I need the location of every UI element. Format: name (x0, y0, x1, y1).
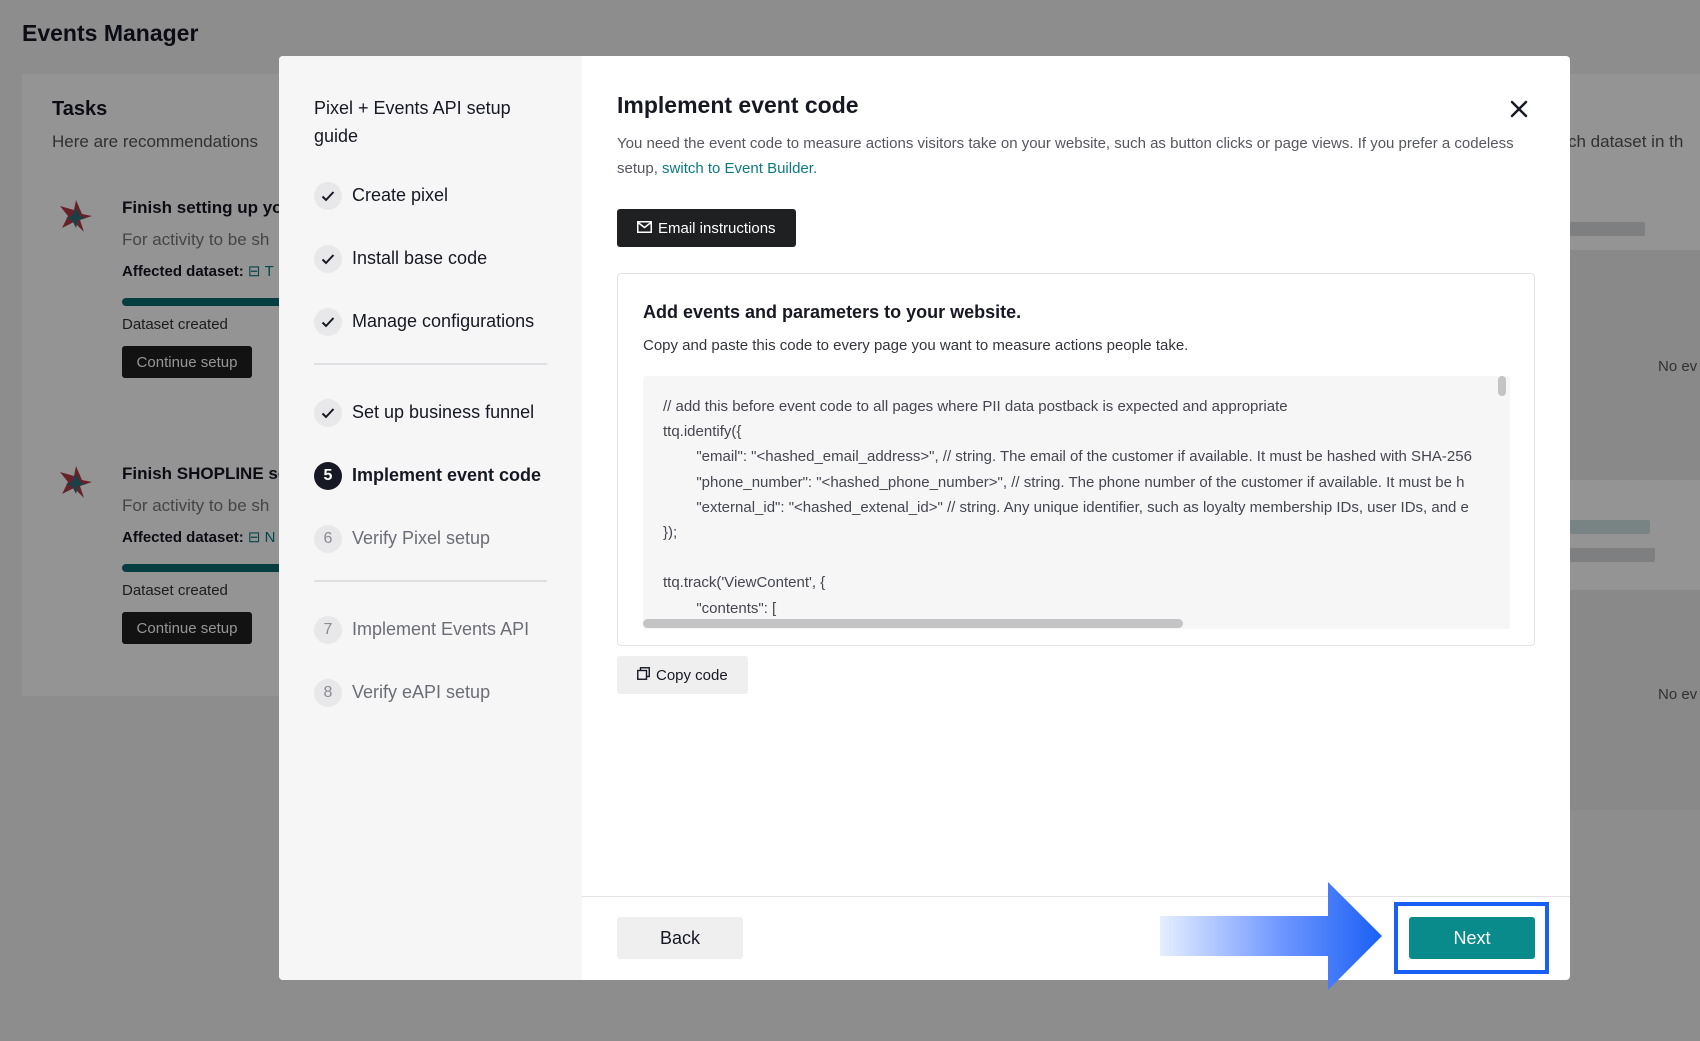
switch-to-event-builder-link[interactable]: switch to Event Builder. (662, 160, 817, 177)
event-code-card: Add events and parameters to your websit… (617, 273, 1535, 646)
copy-code-button[interactable]: Copy code (617, 656, 748, 694)
code-horizontal-scrollbar[interactable] (643, 617, 1503, 629)
back-button[interactable]: Back (617, 917, 743, 959)
code-vertical-scrollbar[interactable] (1498, 376, 1506, 629)
step-verify-pixel-setup[interactable]: 6 Verify Pixel setup (314, 507, 582, 570)
mail-icon (637, 220, 652, 237)
setup-guide-sidebar: Pixel + Events API setup guide Create pi… (279, 56, 582, 980)
step-label: Set up business funnel (352, 402, 535, 422)
sidebar-divider (314, 580, 547, 582)
step-label: Create pixel (352, 185, 449, 205)
code-block[interactable]: // add this before event code to all pag… (643, 376, 1510, 629)
step-verify-eapi-setup[interactable]: 8 Verify eAPI setup (314, 661, 582, 724)
step-label: Verify eAPI setup (352, 682, 491, 702)
step-number: 8 (314, 678, 342, 707)
step-label: Manage configurations (352, 311, 535, 331)
step-label: Install base code (352, 248, 488, 268)
page-title: Implement event code (617, 92, 859, 118)
sidebar-title: Pixel + Events API setup guide (314, 98, 511, 146)
email-instructions-label: Email instructions (658, 219, 776, 237)
step-implement-events-api[interactable]: 7 Implement Events API (314, 598, 582, 661)
close-icon[interactable] (1504, 94, 1534, 124)
step-label: Implement event code (352, 465, 542, 485)
code-card-subtext: Copy and paste this code to every page y… (643, 337, 1189, 354)
step-label: Implement Events API (352, 619, 530, 639)
copy-code-label: Copy code (656, 666, 728, 684)
step-create-pixel[interactable]: Create pixel (314, 164, 582, 227)
modal-main: Implement event code You need the event … (582, 56, 1570, 980)
step-number: 6 (314, 524, 342, 553)
step-label: Verify Pixel setup (352, 528, 491, 548)
step-implement-event-code[interactable]: 5 Implement event code (314, 444, 582, 507)
check-icon (314, 307, 342, 336)
step-set-up-business-funnel[interactable]: Set up business funnel (314, 381, 582, 444)
code-card-heading: Add events and parameters to your websit… (643, 302, 1022, 322)
copy-icon (637, 666, 650, 684)
step-number: 7 (314, 615, 342, 644)
pointer-arrow-icon (1160, 882, 1382, 990)
setup-guide-modal: Pixel + Events API setup guide Create pi… (279, 56, 1570, 980)
page-description: You need the event code to measure actio… (617, 135, 1514, 177)
code-text: // add this before event code to all pag… (663, 398, 1472, 617)
step-manage-configurations[interactable]: Manage configurations (314, 290, 582, 353)
email-instructions-button[interactable]: Email instructions (617, 209, 796, 247)
check-icon (314, 398, 342, 427)
next-button-highlight (1394, 902, 1549, 974)
check-icon (314, 244, 342, 273)
step-number: 5 (314, 461, 342, 490)
sidebar-divider (314, 363, 547, 365)
check-icon (314, 181, 342, 210)
step-install-base-code[interactable]: Install base code (314, 227, 582, 290)
